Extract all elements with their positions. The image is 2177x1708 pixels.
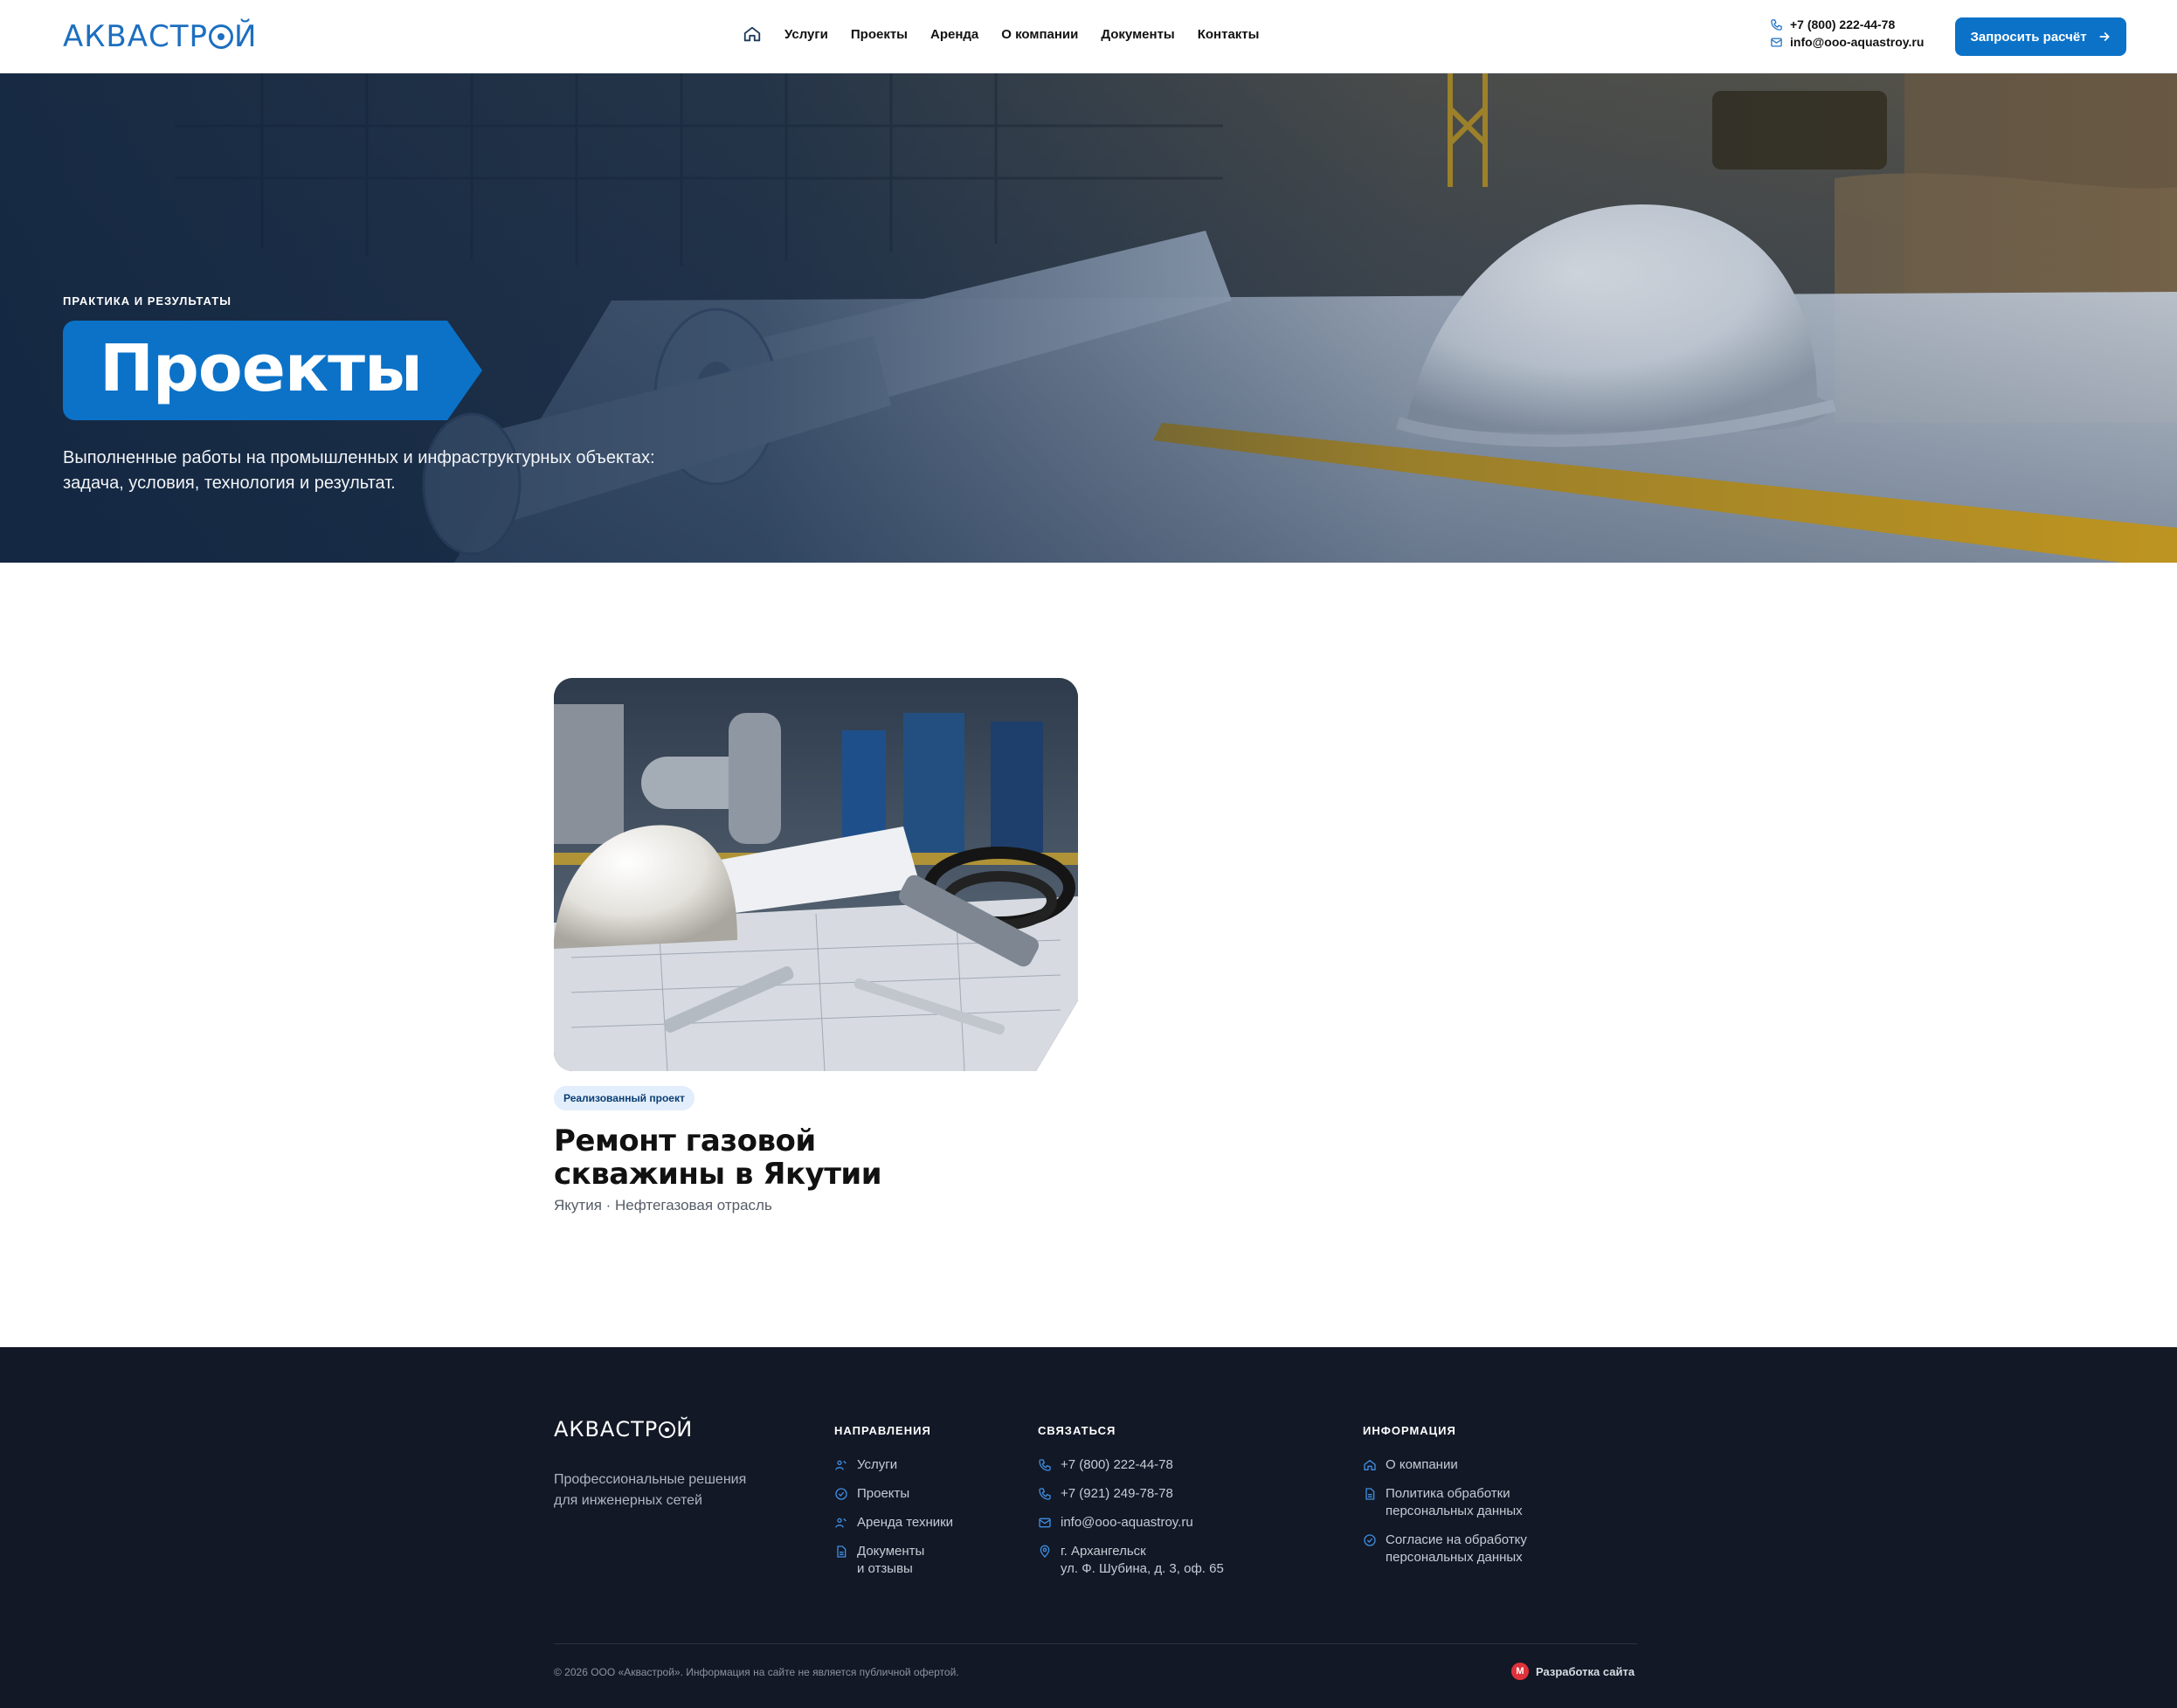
footer-directions-heading: НАПРАВЛЕНИЯ (834, 1424, 931, 1437)
footer-phone-1[interactable]: +7 (800) 222-44-78 (1038, 1456, 1224, 1474)
footer-phone-1-text: +7 (800) 222-44-78 (1061, 1457, 1173, 1472)
map-pin-icon (1040, 1545, 1050, 1558)
header-phone[interactable]: +7 (800) 222-44-78 (1770, 17, 1924, 31)
footer-info-column: ИНФОРМАЦИЯ О компании Политика обработки… (1363, 1424, 1527, 1578)
footer-policy-line-2: персональных данных (1386, 1504, 1523, 1518)
nav-link-rent[interactable]: Аренда (930, 27, 978, 42)
mail-icon (1039, 1518, 1051, 1528)
request-quote-button[interactable]: Запросить расчёт (1955, 17, 2126, 56)
footer-logo[interactable]: АКВАСТР Й (554, 1417, 693, 1442)
footer-link-projects-label: Проекты (857, 1486, 910, 1501)
project-card-meta: Якутия · Нефтегазовая отрасль (554, 1197, 772, 1214)
footer-link-rent[interactable]: Аренда техники (834, 1514, 953, 1532)
footer-tagline: Профессиональные решения для инженерных … (554, 1469, 781, 1511)
footer-tagline-line-1: Профессиональные решения (554, 1472, 747, 1487)
document-icon (837, 1545, 847, 1558)
footer-copyright: © 2026 ООО «Аквастрой». Информация на са… (554, 1666, 959, 1678)
footer-directions-column: НАПРАВЛЕНИЯ Услуги Проекты Аренда техник… (834, 1424, 953, 1589)
document-icon (1365, 1488, 1375, 1500)
footer-email-text: info@ooo-aquastroy.ru (1061, 1515, 1193, 1530)
site-header: АКВАСТР Й Услуги Проекты Аренда О компани… (0, 0, 2177, 73)
footer-link-about[interactable]: О компании (1363, 1456, 1527, 1474)
footer-link-services-label: Услуги (857, 1457, 898, 1472)
project-card-image[interactable] (554, 678, 1078, 1071)
footer-link-services[interactable]: Услуги (834, 1456, 953, 1474)
footer-policy-line-1: Политика обработки (1386, 1486, 1510, 1501)
footer-developer-link[interactable]: M Разработка сайта (1511, 1663, 1634, 1680)
footer-docs-line-1: Документы (857, 1544, 925, 1559)
footer-developer-label: Разработка сайта (1536, 1664, 1635, 1678)
hero-subtitle-line-2: задача, условия, технология и результат. (63, 474, 396, 493)
header-email-text: info@ooo-aquastroy.ru (1790, 35, 1925, 49)
footer-link-documents[interactable]: Документы и отзывы (834, 1543, 953, 1578)
nav-link-about[interactable]: О компании (1001, 27, 1078, 42)
footer-link-consent-label: Согласие на обработку персональных данных (1386, 1532, 1527, 1566)
check-circle-icon (1364, 1534, 1376, 1546)
footer-consent-line-2: персональных данных (1386, 1550, 1523, 1565)
footer-address-line-1: г. Архангельск (1061, 1544, 1146, 1559)
site-logo[interactable]: АКВАСТР Й (63, 17, 257, 56)
footer-tagline-line-2: для инженерных сетей (554, 1493, 702, 1508)
project-card-title[interactable]: Ремонт газовой скважины в Якутии (554, 1124, 1008, 1191)
people-icon (835, 1460, 847, 1470)
footer-link-rent-label: Аренда техники (857, 1515, 954, 1530)
home-icon[interactable] (743, 24, 762, 44)
footer-phone-2-text: +7 (921) 249-78-78 (1061, 1486, 1173, 1501)
hero-subtitle-line-1: Выполненные работы на промышленных и инф… (63, 448, 655, 467)
footer-link-policy[interactable]: Политика обработки персональных данных (1363, 1485, 1527, 1520)
header-contacts: +7 (800) 222-44-78 info@ooo-aquastroy.ru (1770, 17, 1924, 49)
hero-eyebrow: ПРАКТИКА И РЕЗУЛЬТАТЫ (63, 294, 232, 308)
footer-link-consent[interactable]: Согласие на обработку персональных данных (1363, 1532, 1527, 1566)
footer-consent-line-1: Согласие на обработку (1386, 1532, 1527, 1547)
logo-text: АКВАСТР Й (63, 19, 258, 54)
nav-link-services[interactable]: Услуги (784, 27, 828, 42)
nav-link-contacts[interactable]: Контакты (1198, 27, 1260, 42)
footer-address-line-2: ул. Ф. Шубина, д. 3, оф. 65 (1061, 1561, 1224, 1576)
nav-link-projects[interactable]: Проекты (851, 27, 908, 42)
site-footer: АКВАСТР Й Профессиональные решения для ин… (0, 1347, 2177, 1708)
footer-info-heading: ИНФОРМАЦИЯ (1363, 1424, 1456, 1437)
footer-address-text: г. Архангельск ул. Ф. Шубина, д. 3, оф. 6… (1061, 1543, 1224, 1578)
phone-icon (1039, 1488, 1051, 1500)
mail-icon (1771, 38, 1782, 46)
people-icon (835, 1518, 847, 1528)
footer-divider (554, 1643, 1637, 1644)
hero-section: ПРАКТИКА И РЕЗУЛЬТАТЫ Проекты Выполненны… (0, 73, 2177, 563)
phone-icon (1039, 1459, 1051, 1471)
footer-link-about-label: О компании (1386, 1457, 1458, 1472)
project-title-line-2: скважины в Якутии (554, 1157, 882, 1192)
nav-link-documents[interactable]: Документы (1101, 27, 1174, 42)
header-phone-text: +7 (800) 222-44-78 (1790, 17, 1896, 31)
footer-link-policy-label: Политика обработки персональных данных (1386, 1485, 1523, 1520)
footer-contact-heading: СВЯЗАТЬСЯ (1038, 1424, 1116, 1437)
hero-subtitle: Выполненные работы на промышленных и инф… (63, 446, 762, 496)
main-nav: Услуги Проекты Аренда О компании Докумен… (743, 24, 1259, 44)
footer-docs-line-2: и отзывы (857, 1561, 913, 1576)
page-title: Проекты (100, 331, 423, 406)
footer-contact-column: СВЯЗАТЬСЯ +7 (800) 222-44-78 +7 (921) 24… (1038, 1424, 1224, 1589)
home-icon (1364, 1460, 1376, 1470)
dev-logo-icon: M (1511, 1663, 1529, 1680)
hero-title-badge: Проекты (63, 321, 482, 420)
footer-email[interactable]: info@ooo-aquastroy.ru (1038, 1514, 1224, 1532)
project-title-line-1: Ремонт газовой (554, 1124, 816, 1158)
phone-icon (1771, 18, 1782, 31)
footer-link-documents-label: Документы и отзывы (857, 1543, 924, 1578)
check-circle-icon (835, 1488, 847, 1500)
arrow-right-icon (2099, 32, 2110, 41)
footer-address: г. Архангельск ул. Ф. Шубина, д. 3, оф. 6… (1038, 1543, 1224, 1578)
request-quote-label: Запросить расчёт (1970, 29, 2087, 45)
header-email[interactable]: info@ooo-aquastroy.ru (1770, 35, 1924, 49)
footer-phone-2[interactable]: +7 (921) 249-78-78 (1038, 1485, 1224, 1503)
project-status-badge: Реализованный проект (554, 1086, 695, 1110)
footer-link-projects[interactable]: Проекты (834, 1485, 953, 1503)
